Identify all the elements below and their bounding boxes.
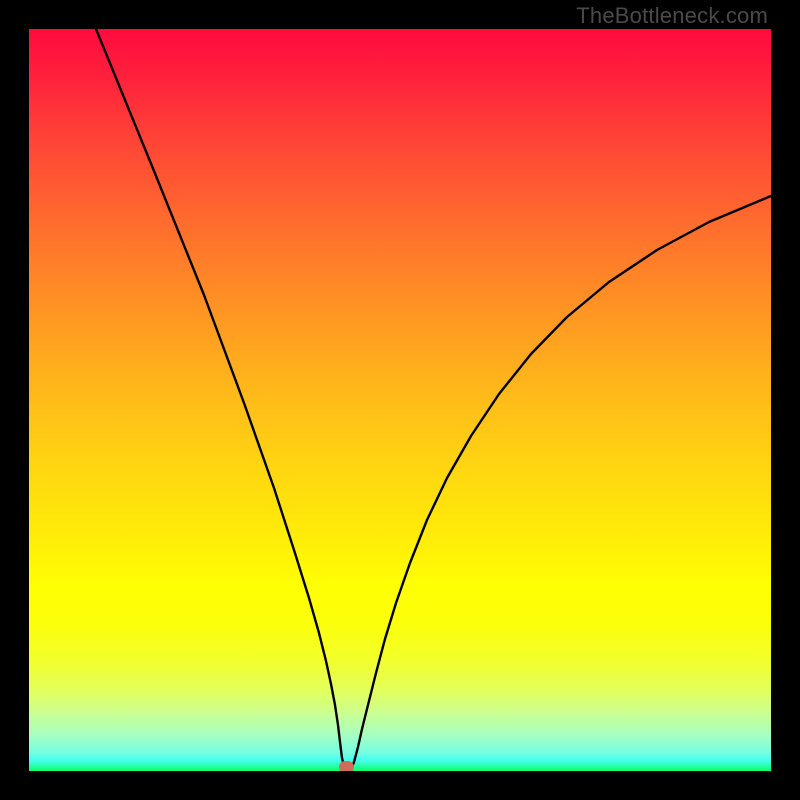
curve-path (96, 29, 771, 771)
chart-frame: TheBottleneck.com (0, 0, 800, 800)
optimum-marker (339, 761, 354, 771)
watermark-text: TheBottleneck.com (576, 3, 768, 29)
bottleneck-curve (29, 29, 771, 771)
plot-area (29, 29, 771, 771)
